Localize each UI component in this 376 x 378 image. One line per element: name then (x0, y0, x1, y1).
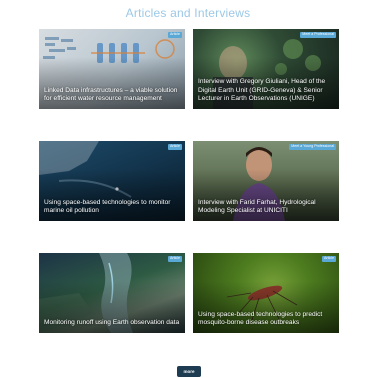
section-title: Articles and Interviews (125, 6, 251, 20)
card-title[interactable]: Monitoring runoff using Earth observatio… (44, 319, 181, 328)
card-title[interactable]: Interview with Gregory Giuliani, Head of… (198, 78, 335, 104)
article-card-runoff[interactable]: Article Monitoring runoff using Earth ob… (39, 253, 185, 333)
article-card-oil-pollution[interactable]: Article Using space-based technologies t… (39, 141, 185, 221)
card-title[interactable]: Interview with Farid Farhat, Hydrologica… (198, 199, 335, 216)
more-button[interactable]: more (177, 366, 201, 377)
card-title[interactable]: Linked Data infrastructures – a viable s… (44, 87, 181, 104)
card-badge: Article (168, 144, 182, 150)
card-title[interactable]: Using space-based technologies to monito… (44, 199, 181, 216)
card-badge: Article (168, 32, 182, 38)
article-card-mosquito[interactable]: Article Using space-based technologies t… (193, 253, 339, 333)
card-badge: Article (168, 256, 182, 262)
article-card-linked-data[interactable]: Article Linked Data infrastructures – a … (39, 29, 185, 109)
interview-card-giuliani[interactable]: Meet a Professional Interview with Grego… (193, 29, 339, 109)
card-title[interactable]: Using space-based technologies to predic… (198, 311, 335, 328)
card-badge: Meet a Young Professional (289, 144, 336, 150)
interview-card-farhat[interactable]: Meet a Young Professional Interview with… (193, 141, 339, 221)
card-badge: Meet a Professional (300, 32, 336, 38)
card-badge: Article (322, 256, 336, 262)
